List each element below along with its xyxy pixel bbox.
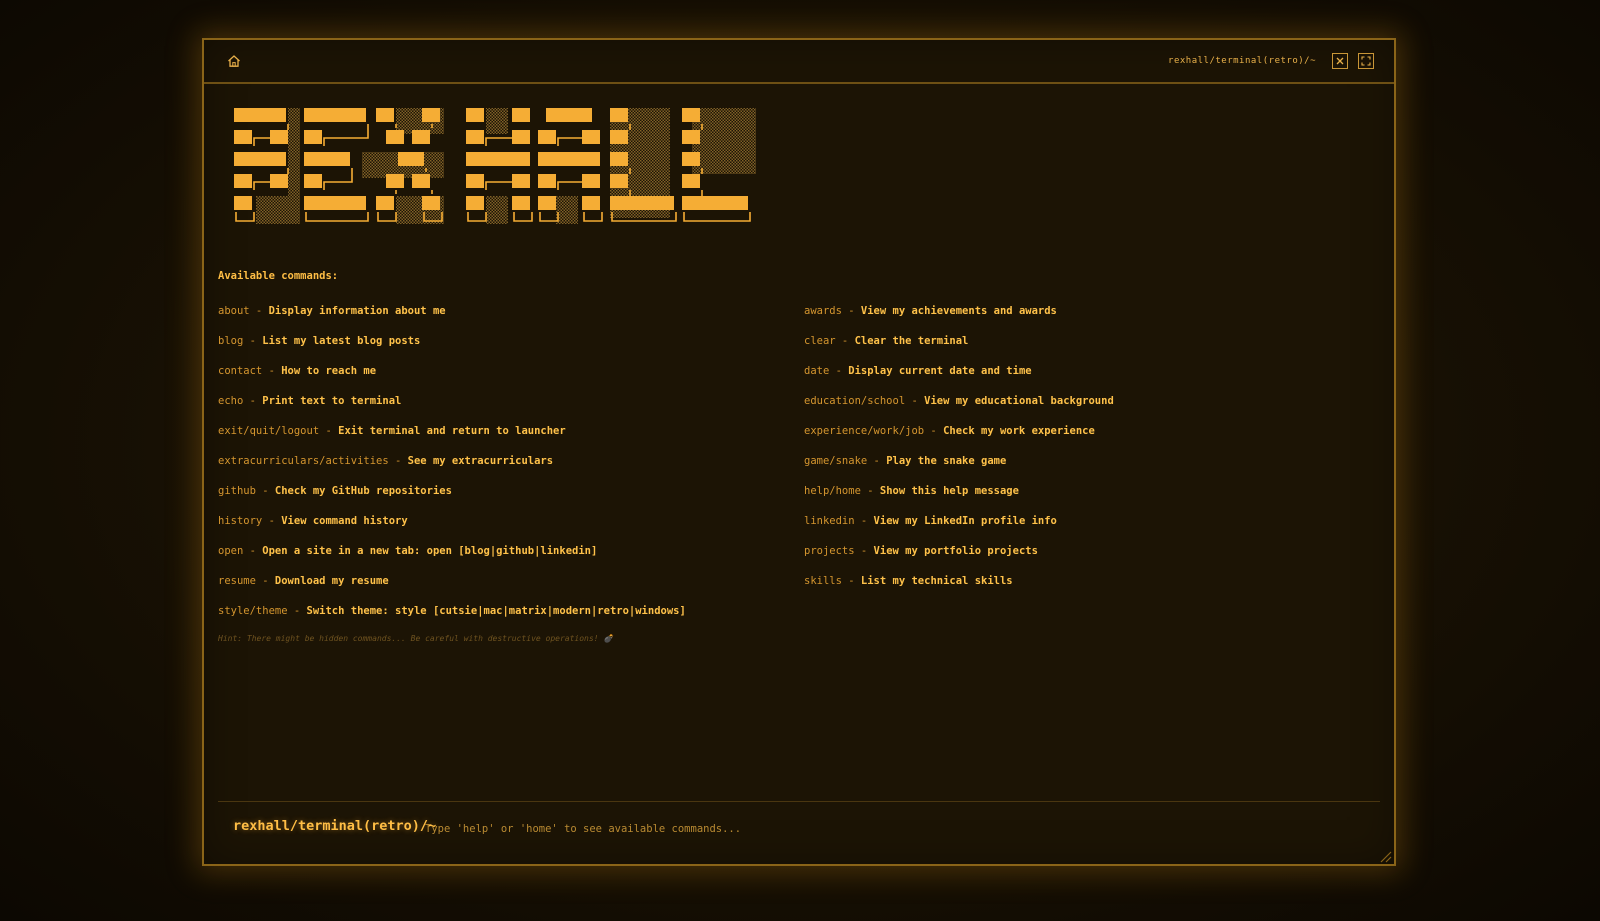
command-item-contact: contact - How to reach me bbox=[218, 365, 377, 377]
command-item-history: history - View command history bbox=[218, 515, 408, 527]
home-icon[interactable] bbox=[224, 51, 244, 71]
hint-text: Hint: There might be hidden commands... … bbox=[218, 634, 614, 643]
command-item-about: about - Display information about me bbox=[218, 305, 446, 317]
command-item-blog: blog - List my latest blog posts bbox=[218, 335, 421, 347]
close-icon bbox=[1336, 57, 1344, 65]
command-item-resume: resume - Download my resume bbox=[218, 575, 389, 587]
command-item-exit: exit/quit/logout - Exit terminal and ret… bbox=[218, 425, 566, 437]
command-column-left: about - Display information about me blo… bbox=[218, 304, 804, 634]
command-item-awards: awards - View my achievements and awards bbox=[804, 305, 1057, 317]
help-heading: Available commands: bbox=[218, 270, 339, 282]
close-button[interactable] bbox=[1332, 53, 1348, 69]
command-item-extracurriculars: extracurriculars/activities - See my ext… bbox=[218, 455, 554, 467]
command-item-style: style/theme - Switch theme: style [cutsi… bbox=[218, 605, 686, 617]
command-item-clear: clear - Clear the terminal bbox=[804, 335, 969, 347]
command-prompt: rexhall/terminal(retro)/~ bbox=[218, 801, 1380, 864]
command-item-education: education/school - View my educational b… bbox=[804, 395, 1114, 407]
ascii-art-banner bbox=[226, 100, 766, 232]
command-column-right: awards - View my achievements and awards… bbox=[804, 304, 1390, 634]
ascii-art-banner-graphic bbox=[234, 108, 756, 224]
terminal-output: Available commands: about - Display info… bbox=[218, 100, 1380, 643]
command-item-experience: experience/work/job - Check my work expe… bbox=[804, 425, 1095, 437]
command-item-echo: echo - Print text to terminal bbox=[218, 395, 402, 407]
command-item-open: open - Open a site in a new tab: open [b… bbox=[218, 545, 598, 557]
window-title: rexhall/terminal(retro)/~ bbox=[1168, 56, 1316, 66]
resize-handle-icon[interactable] bbox=[1378, 848, 1392, 863]
command-list: about - Display information about me blo… bbox=[218, 304, 1380, 634]
title-bar: rexhall/terminal(retro)/~ bbox=[204, 40, 1394, 84]
command-item-projects: projects - View my portfolio projects bbox=[804, 545, 1038, 557]
command-item-game: game/snake - Play the snake game bbox=[804, 455, 1007, 467]
title-controls: rexhall/terminal(retro)/~ bbox=[1168, 53, 1374, 69]
terminal-window: rexhall/terminal(retro)/~ Available comm… bbox=[202, 38, 1396, 866]
command-item-github: github - Check my GitHub repositories bbox=[218, 485, 452, 497]
command-item-skills: skills - List my technical skills bbox=[804, 575, 1013, 587]
command-item-help: help/home - Show this help message bbox=[804, 485, 1019, 497]
prompt-label: rexhall/terminal(retro)/~ bbox=[233, 818, 437, 834]
maximize-button[interactable] bbox=[1358, 53, 1374, 69]
command-item-date: date - Display current date and time bbox=[804, 365, 1032, 377]
command-item-linkedin: linkedin - View my LinkedIn profile info bbox=[804, 515, 1057, 527]
command-input[interactable] bbox=[423, 817, 1127, 841]
maximize-icon bbox=[1361, 56, 1371, 66]
